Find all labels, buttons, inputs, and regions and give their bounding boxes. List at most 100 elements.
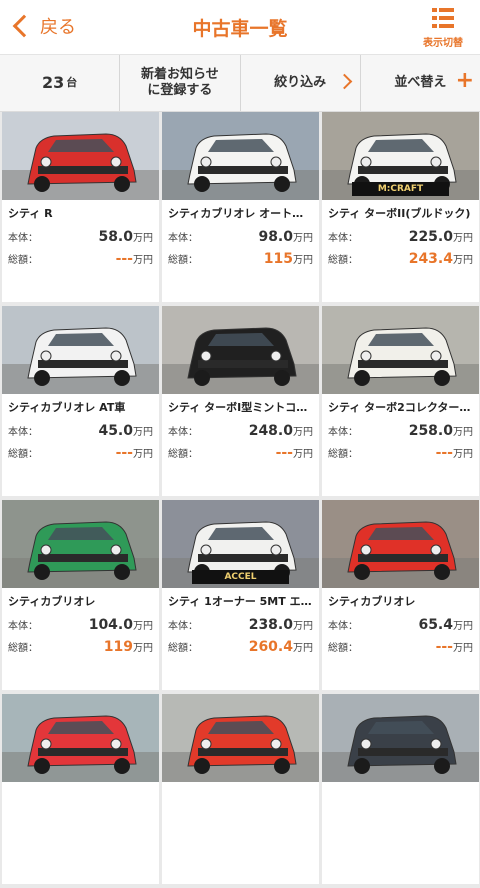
total-price-value: --- [435,445,453,461]
yen-unit: 万円 [453,449,473,460]
result-count-number: 23 [41,73,65,92]
total-price-label: 総額： [328,643,358,654]
base-price-value: 225.0 [408,229,453,245]
result-count: 23 台 [0,55,121,111]
page-title: 中古車一覧 [192,18,288,40]
total-price-label: 総額： [8,643,38,654]
base-price: 58.0万円 [98,229,153,245]
total-price-value: --- [435,639,453,655]
total-price-value: 115 [263,251,293,267]
filter-label: 絞り込み [274,75,327,90]
car-listing-card[interactable] [2,694,159,884]
total-price-value: --- [115,251,133,267]
yen-unit: 万円 [133,621,153,632]
base-price-label: 本体： [8,233,38,244]
plus-icon: + [455,68,474,93]
car-photo [2,306,159,394]
total-price-value: --- [275,445,293,461]
base-price: 45.0万円 [98,423,153,439]
car-name: シティカブリオレ AT車 [8,401,126,414]
total-price-label: 総額： [168,449,198,460]
base-price-label: 本体： [328,233,358,244]
base-price-value: 45.0 [98,423,133,439]
car-listing-card[interactable]: シティ ターボ2コレクター… 本体： 258.0万円 総額： ---万円 [322,306,479,496]
car-photo [322,306,479,394]
total-price-label: 総額： [8,255,38,266]
notify-line2: に登録する [147,83,213,98]
yen-unit: 万円 [453,643,473,654]
car-listing-card[interactable] [162,694,319,884]
base-price-value: 98.0 [258,229,293,245]
notify-register-button[interactable]: 新着お知らせ に登録する [120,55,241,111]
car-listing-card[interactable]: シティカブリオレ AT車 本体： 45.0万円 総額： ---万円 [2,306,159,496]
base-price: 65.4万円 [418,617,473,633]
car-photo [162,306,319,394]
yen-unit: 万円 [133,427,153,438]
yen-unit: 万円 [293,449,313,460]
car-photo: ACCEL [162,500,319,588]
yen-unit: 万円 [293,233,313,244]
base-price-value: 238.0 [248,617,293,633]
total-price-label: 総額： [168,255,198,266]
toolbar: 23 台 新着お知らせ に登録する 絞り込み 並べ替え + [0,55,480,112]
total-price: ---万円 [436,639,473,655]
car-listing-card[interactable]: ACCEL シティ 1オーナー 5MT エ… 本体： 238.0万円 総額： 2… [162,500,319,690]
car-listing-card[interactable]: シティカブリオレ 本体： 65.4万円 総額： ---万円 [322,500,479,690]
base-price-label: 本体： [8,427,38,438]
total-price: 260.4万円 [249,639,313,655]
base-price-label: 本体： [8,621,38,632]
base-price: 238.0万円 [249,617,313,633]
base-price-label: 本体： [168,427,198,438]
view-toggle-button[interactable]: 表示切替 [418,6,468,49]
car-listing-card[interactable]: シティカブリオレ オートマ… 本体： 98.0万円 総額： 115万円 [162,112,319,302]
total-price: 243.4万円 [409,251,473,267]
car-photo [2,112,159,200]
car-name: シティ 1オーナー 5MT エ… [168,595,312,608]
total-price-label: 総額： [328,255,358,266]
base-price: 225.0万円 [409,229,473,245]
car-listing-card[interactable]: シティ R 本体： 58.0万円 総額： ---万円 [2,112,159,302]
header-bar: 戻る 中古車一覧 表示切替 [0,0,480,55]
car-photo [2,694,159,782]
filter-button[interactable]: 絞り込み [241,55,361,111]
yen-unit: 万円 [453,621,473,632]
yen-unit: 万円 [133,233,153,244]
car-listing-card[interactable]: シティカブリオレ 本体： 104.0万円 総額： 119万円 [2,500,159,690]
base-price-label: 本体： [328,621,358,632]
sort-label: 並べ替え [394,75,447,90]
total-price: 115万円 [264,251,313,267]
car-name: シティ ターボII(ブルドック) [328,207,471,220]
total-price-value: 260.4 [248,639,293,655]
yen-unit: 万円 [133,255,153,266]
car-name: シティカブリオレ [328,595,416,608]
total-price-label: 総額： [8,449,38,460]
total-price-label: 総額： [328,449,358,460]
car-listing-card[interactable]: M:CRAFT シティ ターボII(ブルドック) 本体： 225.0万円 総額：… [322,112,479,302]
car-photo [322,500,479,588]
base-price-label: 本体： [328,427,358,438]
total-price: ---万円 [116,251,153,267]
yen-unit: 万円 [133,449,153,460]
car-grid: シティ R 本体： 58.0万円 総額： ---万円 シティカブリオレ オートマ… [0,112,480,888]
total-price: ---万円 [276,445,313,461]
total-price-value: 119 [103,639,133,655]
yen-unit: 万円 [133,643,153,654]
car-photo [162,112,319,200]
car-listing-card[interactable] [322,694,479,884]
notify-line1: 新着お知らせ [141,67,219,82]
base-price-label: 本体： [168,621,198,632]
yen-unit: 万円 [293,621,313,632]
car-listing-card[interactable]: シティ ターボI型ミントコン… 本体： 248.0万円 総額： ---万円 [162,306,319,496]
sort-button[interactable]: 並べ替え + [361,55,480,111]
car-photo [162,694,319,782]
yen-unit: 万円 [453,427,473,438]
base-price-value: 258.0 [408,423,453,439]
total-price: ---万円 [436,445,473,461]
base-price-value: 58.0 [98,229,133,245]
total-price-value: --- [115,445,133,461]
car-photo [2,500,159,588]
car-name: シティ ターボ2コレクター… [328,401,471,414]
base-price: 258.0万円 [409,423,473,439]
view-toggle-label: 表示切替 [423,38,463,49]
car-photo [322,694,479,782]
